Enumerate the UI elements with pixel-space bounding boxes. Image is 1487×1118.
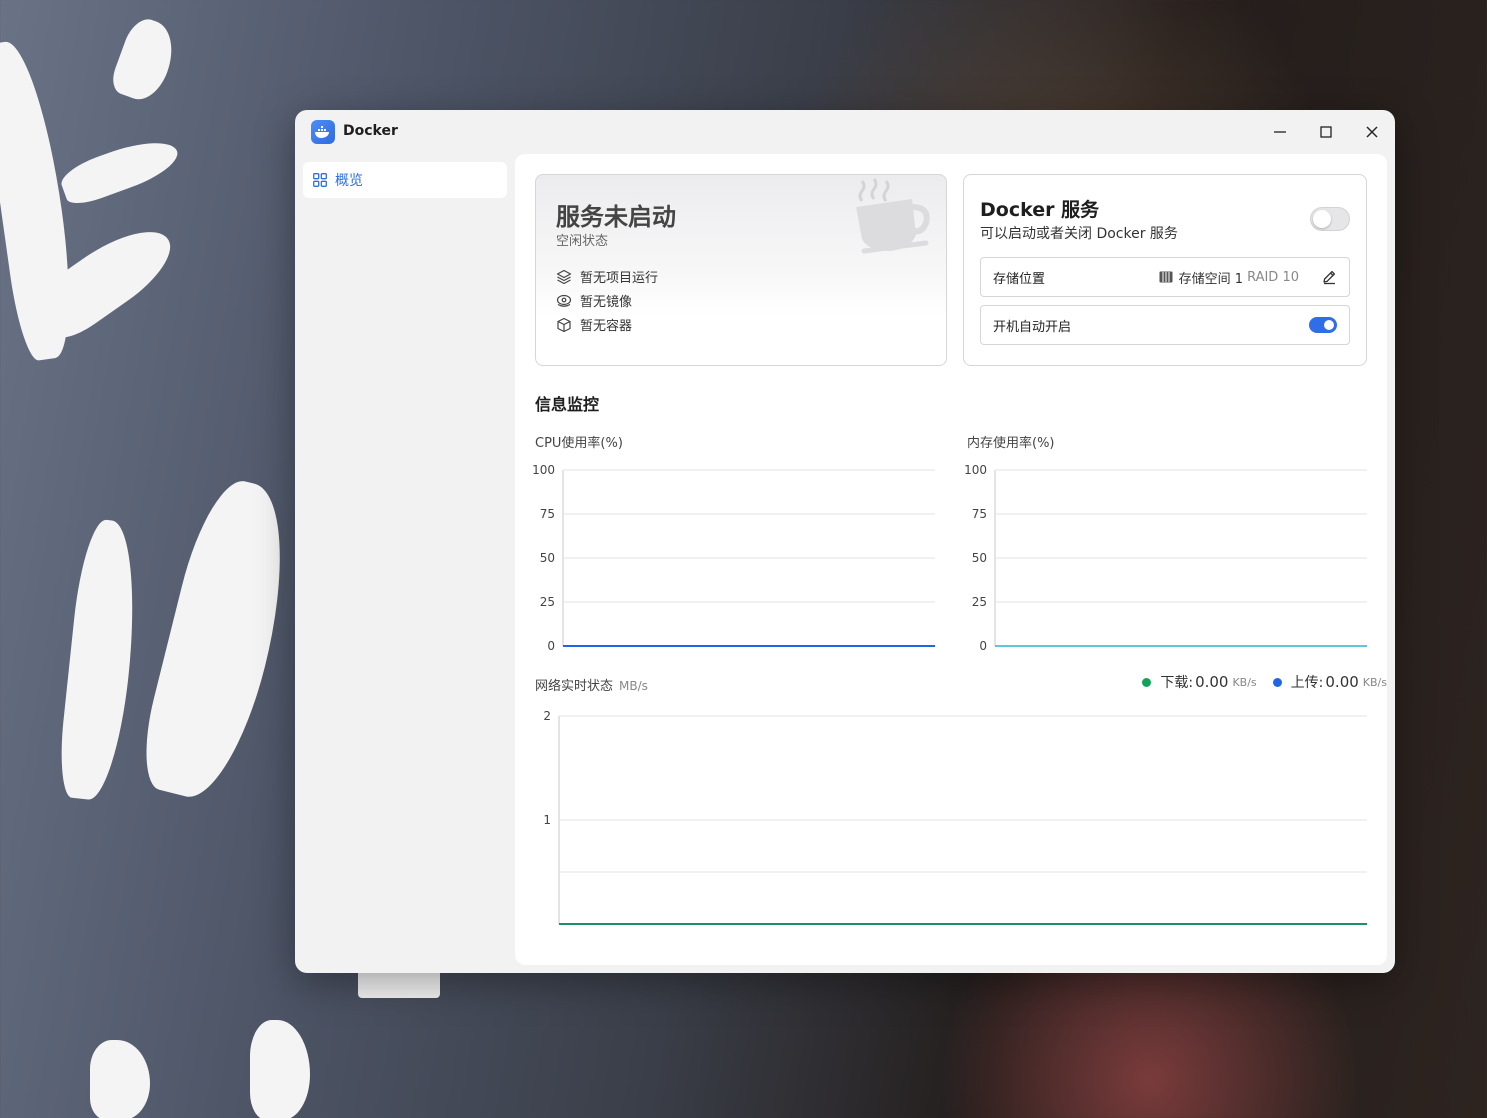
y-tick-label: 1: [543, 813, 551, 827]
docker-app-icon: [311, 120, 335, 144]
maximize-button[interactable]: [1311, 118, 1341, 146]
close-button[interactable]: [1357, 118, 1387, 146]
autostart-row: 开机自动开启: [980, 305, 1350, 345]
title-bar[interactable]: Docker: [295, 110, 1395, 154]
containers-status-label: 暂无容器: [580, 319, 633, 334]
cube-icon: [557, 317, 571, 332]
containers-status-row: 暂无容器: [556, 315, 632, 334]
service-status-title: 服务未启动: [556, 203, 676, 231]
y-tick-label: 2: [543, 709, 551, 723]
service-status-card: 服务未启动 空闲状态 暂无项目运行 暂无镜像 暂无容器: [535, 174, 947, 366]
y-tick-label: 100: [532, 463, 555, 477]
memory-chart-title: 内存使用率(%): [967, 436, 1055, 451]
maximize-icon: [1320, 126, 1332, 138]
download-value: 0.00: [1195, 673, 1229, 691]
images-status-label: 暂无镜像: [580, 295, 633, 310]
minimize-button[interactable]: [1265, 118, 1295, 146]
upload-label: 上传:: [1290, 675, 1324, 691]
storage-raid-level: RAID 10: [1247, 269, 1299, 285]
minimize-icon: [1274, 131, 1286, 133]
sidebar: 概览: [295, 154, 515, 973]
y-tick-label: 0: [979, 639, 987, 653]
y-tick-label: 25: [972, 595, 987, 609]
network-status-chart: 21: [543, 709, 1367, 925]
storage-pool-icon: [1159, 271, 1173, 283]
upload-unit: KB/s: [1362, 675, 1387, 689]
service-status-subtitle: 空闲状态: [556, 234, 609, 249]
window-title: Docker: [343, 123, 398, 139]
sidebar-item-label: 概览: [335, 173, 363, 189]
grid-icon: [313, 173, 327, 187]
y-tick-label: 75: [540, 507, 555, 521]
network-chart-title: 网络实时状态 MB/s: [535, 675, 648, 694]
close-icon: [1366, 126, 1378, 138]
y-tick-label: 100: [964, 463, 987, 477]
upload-legend-dot: [1272, 677, 1282, 687]
docker-service-card: Docker 服务 可以启动或者关闭 Docker 服务 存储位置 存储空间 1…: [963, 174, 1367, 366]
download-unit: KB/s: [1232, 675, 1257, 689]
monitor-section-title: 信息监控: [535, 395, 600, 414]
network-legend: 下载: 0.00 KB/s 上传: 0.00 KB/s: [1142, 672, 1387, 692]
network-chart-label: 网络实时状态: [535, 679, 614, 694]
docker-window: Docker 概览 服务未启动 空闲状态 暂无项目运行 暂无镜像 暂无容器 Do…: [295, 110, 1395, 973]
autostart-toggle[interactable]: [1309, 317, 1337, 333]
images-status-row: 暂无镜像: [556, 291, 632, 310]
edit-storage-button[interactable]: [1321, 269, 1337, 285]
download-label: 下载:: [1160, 675, 1194, 691]
storage-location-value: 存储空间 1: [1178, 271, 1244, 287]
y-tick-label: 50: [972, 551, 987, 565]
docker-service-title: Docker 服务: [980, 199, 1100, 221]
y-tick-label: 50: [540, 551, 555, 565]
y-tick-label: 25: [540, 595, 555, 609]
y-tick-label: 0: [547, 639, 555, 653]
pencil-icon: [1323, 270, 1336, 285]
coffee-cup-icon: [856, 178, 930, 254]
main-content: 服务未启动 空闲状态 暂无项目运行 暂无镜像 暂无容器 Docker 服务 可以…: [515, 154, 1387, 965]
upload-value: 0.00: [1325, 673, 1359, 691]
download-legend-dot: [1142, 677, 1152, 687]
projects-status-label: 暂无项目运行: [580, 271, 659, 286]
cpu-usage-chart: 100 75 50 25 0: [532, 463, 935, 653]
layers-icon: [556, 269, 572, 284]
memory-usage-chart: 100 75 50 25 0: [964, 463, 1367, 653]
docker-service-toggle[interactable]: [1310, 207, 1350, 231]
y-tick-label: 75: [972, 507, 987, 521]
sidebar-item-overview[interactable]: 概览: [303, 162, 507, 198]
cpu-chart-title: CPU使用率(%): [535, 436, 623, 451]
projects-status-row: 暂无项目运行: [556, 267, 658, 286]
disc-icon: [556, 294, 572, 307]
storage-location-row: 存储位置 存储空间 1 RAID 10: [980, 257, 1350, 297]
network-chart-unit: MB/s: [619, 679, 648, 693]
autostart-label: 开机自动开启: [993, 319, 1072, 335]
storage-location-label: 存储位置: [993, 271, 1046, 287]
docker-service-description: 可以启动或者关闭 Docker 服务: [980, 226, 1178, 242]
